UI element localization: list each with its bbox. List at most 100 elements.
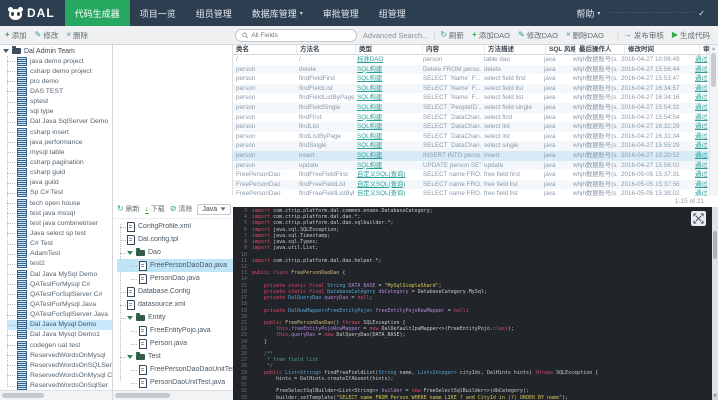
sidebar-project-item[interactable]: test java mssql [7,208,112,218]
sidebar-project-item[interactable]: tech open house [7,198,112,208]
editor-vscrollbar[interactable]: ▾ [712,207,718,400]
sidebar-project-item[interactable]: Sp C# Test [7,188,112,198]
tree-file[interactable]: FreePersonDaoDao.java [117,259,233,272]
table-row[interactable]: person findFirst SQL构建 SELECT `DataChan... s… [233,113,710,123]
table-cell[interactable]: SQL构建 [354,74,420,84]
edit-project-button[interactable]: ✎ 修改 [35,30,59,41]
tree-file[interactable]: PersonDaoUnitTest.java [117,376,233,389]
table-cell[interactable]: SQL构建 [354,103,420,113]
scrollbar-thumb[interactable] [115,393,170,398]
code-download-button[interactable]: ↓ 下载 [144,204,165,214]
sidebar-project-item[interactable]: ReservedWordsOnMysql C [7,370,112,380]
tree-file[interactable]: Database.Config [117,285,233,298]
table-row[interactable]: person findSingle SQL构建 SELECT `DataChan...… [233,141,710,151]
sidebar-project-item[interactable]: QATestForSqlServer Java [7,310,112,320]
status-link[interactable]: 通过 [692,189,710,196]
tree-folder[interactable]: Dao [117,246,233,259]
column-header[interactable]: 最后操作人 [576,45,625,54]
column-header[interactable]: 方法名 [297,45,356,54]
tree-file[interactable]: FreeEntityPojo.java [117,324,233,337]
table-row[interactable]: FreePersonDao findFreeFieldListByPage自定义S… [233,189,710,196]
sidebar-project-item[interactable]: mysql table [7,147,112,157]
scrollbar-thumb[interactable] [711,53,716,87]
tree-folder[interactable]: Entity [117,311,233,324]
table-row[interactable]: person findFieldList SQL构建 SELECT `Name` F.… [233,83,710,94]
table-row[interactable]: person findFieldListByPage SQL构建 SELECT `Na… [233,93,710,103]
sidebar-project-item[interactable]: QATestForSqlServer C# [7,289,112,299]
status-link[interactable]: 通过 [692,151,710,161]
delete-dao-button[interactable]: × 删除DAO [566,30,604,41]
sidebar-project-item[interactable]: test2 [7,259,112,269]
tree-folder[interactable]: Test [117,350,233,363]
code-tree-hscrollbar[interactable] [113,390,233,400]
table-cell[interactable]: SQL构建 [354,113,420,123]
user-menu[interactable]: ···························· ✓ [610,9,706,18]
status-link[interactable]: 通过 [692,141,710,151]
code-refresh-button[interactable]: ↻ 刷新 [117,204,140,214]
sidebar-project-item[interactable]: AdamTest [7,249,112,259]
nav-item[interactable]: 数据库管理 ▾ [242,0,313,26]
sidebar-project-item[interactable]: C# Test [7,239,112,249]
table-row[interactable]: person insert SQL构建 INSERT INTO perso... ins… [233,150,710,161]
sidebar-project-item[interactable]: ReservedWordsOnSQLSer [7,360,112,370]
publish-review-button[interactable]: → 发布审核 [624,30,664,41]
refresh-button[interactable]: ↻ 刷新 [440,30,464,41]
tree-file[interactable]: Person.java [117,337,233,350]
tree-file[interactable]: FreePersonDaoDaoUnitTest. [117,363,233,376]
advanced-search-link[interactable]: Advanced Search... [363,31,428,40]
sidebar-project-item[interactable]: Dal Java SqlServer Demo [7,117,112,127]
table-cell[interactable]: 自定义SQL(查询) [354,180,420,190]
table-row[interactable]: FreePersonDao findFreeFieldList 自定义SQL(查询)… [233,179,710,190]
column-header[interactable]: 内容 [423,45,485,54]
search-input[interactable] [251,31,350,39]
sidebar-project-item[interactable]: csharp insert [7,127,112,137]
search-box[interactable] [235,28,357,42]
sidebar-project-item[interactable]: Dal Java Mysql Demo [7,319,112,330]
nav-item[interactable]: 组管理 [369,0,416,26]
column-header[interactable]: 修改时间 [625,45,700,54]
table-row[interactable]: / / 标准DAO person table dao java whjh数据账号(s.. 20… [233,55,710,65]
sidebar-project-item[interactable]: csharp demo project [7,66,112,76]
table-row[interactable]: personupdateSQL构建UPDATE person SET...upd… [233,160,710,171]
status-link[interactable]: 通过 [692,180,710,190]
code-clear-button[interactable]: ⊘ 清除 [170,204,193,214]
grid-vscrollbar[interactable]: ▲ [709,45,718,196]
nav-item[interactable]: 项目一览 [130,0,186,26]
status-link[interactable]: 通过 [692,113,710,123]
app-logo[interactable]: DAL [0,0,65,26]
tree-file[interactable]: PersonDao.java [117,272,233,285]
nav-item[interactable]: 审批管理 [313,0,369,26]
table-row[interactable]: FreePersonDao findFreeFieldFirst 自定义SQL(查询… [233,170,710,180]
language-select[interactable]: Java [197,203,232,215]
sidebar-project-item[interactable]: csharp pagination [7,157,112,167]
column-header[interactable]: 类型 [356,45,423,54]
table-cell[interactable]: 标准DAO [354,55,420,65]
table-cell[interactable]: 自定义SQL(查询) [354,189,420,196]
status-link[interactable]: 通过 [692,170,710,180]
status-link[interactable]: 通过 [692,84,710,94]
status-link[interactable]: 通过 [692,93,710,103]
status-link[interactable]: 通过 [692,65,710,75]
sidebar-project-item[interactable]: DAS TEST [7,86,112,96]
status-link[interactable]: 通过 [692,122,710,132]
table-cell[interactable]: SQL构建 [354,132,420,142]
table-cell[interactable]: SQL构建 [354,65,420,75]
nav-item[interactable]: 代码生成器 [64,0,130,26]
scrollbar-thumb[interactable] [713,231,717,259]
sidebar-project-item[interactable]: java guild [7,178,112,188]
column-header[interactable]: 类名 [233,45,297,54]
sidebar-project-item[interactable]: Java select sp test [7,228,112,238]
status-link[interactable]: 通过 [692,103,710,113]
sidebar-project-item[interactable]: csharp guid [7,168,112,178]
table-cell[interactable]: SQL构建 [354,161,420,171]
tree-file[interactable]: Dal.config.tpl [117,233,233,246]
scrollbar-thumb[interactable] [2,393,44,398]
table-cell[interactable]: SQL构建 [354,141,420,151]
table-row[interactable]: person findList SQL构建 SELECT `DataChan... se… [233,122,710,132]
tree-root[interactable]: Dal Admin Team [0,46,112,56]
generate-code-button[interactable]: ▶ 生成代码 [672,30,710,41]
table-row[interactable]: person findFieldFirst SQL构建 SELECT `Name` F… [233,74,710,84]
column-header[interactable]: SQL 风格 [546,45,576,54]
add-dao-button[interactable]: + 添加DAO [472,30,510,41]
sidebar-project-item[interactable]: test java combinetriser [7,218,112,228]
